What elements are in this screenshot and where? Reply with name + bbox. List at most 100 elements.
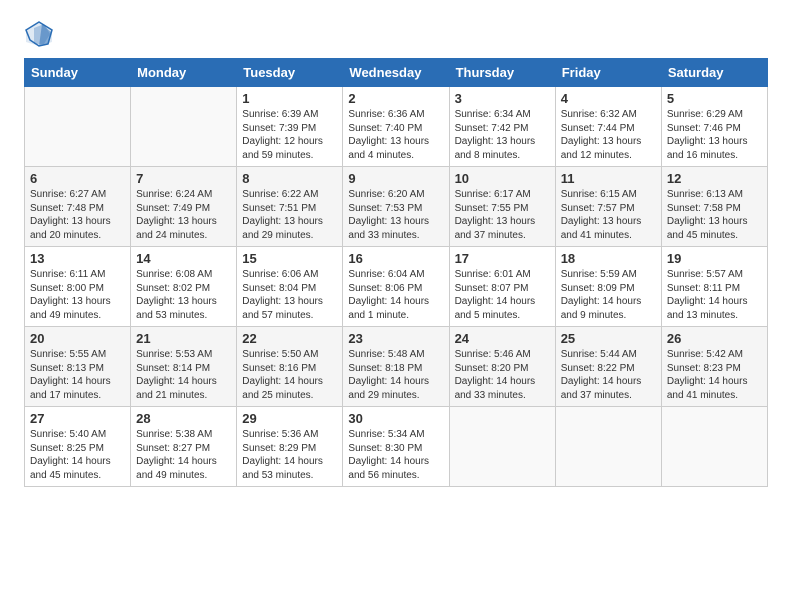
day-info: Sunrise: 6:15 AM Sunset: 7:57 PM Dayligh… xyxy=(561,188,656,242)
day-number: 11 xyxy=(561,171,656,186)
day-info: Sunrise: 5:34 AM Sunset: 8:30 PM Dayligh… xyxy=(348,428,443,482)
col-header-wednesday: Wednesday xyxy=(343,59,449,87)
day-cell xyxy=(555,407,661,487)
col-header-tuesday: Tuesday xyxy=(237,59,343,87)
day-cell: 22 Sunrise: 5:50 AM Sunset: 8:16 PM Dayli… xyxy=(237,327,343,407)
day-info: Sunrise: 5:46 AM Sunset: 8:20 PM Dayligh… xyxy=(455,348,550,402)
day-info: Sunrise: 5:38 AM Sunset: 8:27 PM Dayligh… xyxy=(136,428,231,482)
day-number: 5 xyxy=(667,91,762,106)
day-cell: 7 Sunrise: 6:24 AM Sunset: 7:49 PM Daylig… xyxy=(131,167,237,247)
day-info: Sunrise: 5:59 AM Sunset: 8:09 PM Dayligh… xyxy=(561,268,656,322)
day-number: 1 xyxy=(242,91,337,106)
day-cell: 18 Sunrise: 5:59 AM Sunset: 8:09 PM Dayli… xyxy=(555,247,661,327)
logo-icon xyxy=(24,20,54,48)
day-info: Sunrise: 5:36 AM Sunset: 8:29 PM Dayligh… xyxy=(242,428,337,482)
day-info: Sunrise: 5:48 AM Sunset: 8:18 PM Dayligh… xyxy=(348,348,443,402)
day-info: Sunrise: 6:39 AM Sunset: 7:39 PM Dayligh… xyxy=(242,108,337,162)
day-info: Sunrise: 6:13 AM Sunset: 7:58 PM Dayligh… xyxy=(667,188,762,242)
day-cell: 19 Sunrise: 5:57 AM Sunset: 8:11 PM Dayli… xyxy=(661,247,767,327)
week-row-1: 1 Sunrise: 6:39 AM Sunset: 7:39 PM Daylig… xyxy=(25,87,768,167)
day-cell: 5 Sunrise: 6:29 AM Sunset: 7:46 PM Daylig… xyxy=(661,87,767,167)
day-number: 24 xyxy=(455,331,550,346)
day-number: 12 xyxy=(667,171,762,186)
day-number: 30 xyxy=(348,411,443,426)
day-info: Sunrise: 6:27 AM Sunset: 7:48 PM Dayligh… xyxy=(30,188,125,242)
day-number: 27 xyxy=(30,411,125,426)
day-number: 29 xyxy=(242,411,337,426)
page: SundayMondayTuesdayWednesdayThursdayFrid… xyxy=(0,0,792,507)
week-row-4: 20 Sunrise: 5:55 AM Sunset: 8:13 PM Dayli… xyxy=(25,327,768,407)
day-info: Sunrise: 5:50 AM Sunset: 8:16 PM Dayligh… xyxy=(242,348,337,402)
day-number: 8 xyxy=(242,171,337,186)
day-info: Sunrise: 6:20 AM Sunset: 7:53 PM Dayligh… xyxy=(348,188,443,242)
day-info: Sunrise: 5:44 AM Sunset: 8:22 PM Dayligh… xyxy=(561,348,656,402)
col-header-sunday: Sunday xyxy=(25,59,131,87)
day-number: 16 xyxy=(348,251,443,266)
day-cell: 17Sunrise: 6:01 AM Sunset: 8:07 PM Dayli… xyxy=(449,247,555,327)
day-cell: 12 Sunrise: 6:13 AM Sunset: 7:58 PM Dayli… xyxy=(661,167,767,247)
header-row: SundayMondayTuesdayWednesdayThursdayFrid… xyxy=(25,59,768,87)
day-number: 23 xyxy=(348,331,443,346)
day-cell: 3 Sunrise: 6:34 AM Sunset: 7:42 PM Daylig… xyxy=(449,87,555,167)
day-cell: 4Sunrise: 6:32 AM Sunset: 7:44 PM Daylig… xyxy=(555,87,661,167)
day-number: 9 xyxy=(348,171,443,186)
day-number: 2 xyxy=(348,91,443,106)
day-info: Sunrise: 5:42 AM Sunset: 8:23 PM Dayligh… xyxy=(667,348,762,402)
week-row-2: 6 Sunrise: 6:27 AM Sunset: 7:48 PM Daylig… xyxy=(25,167,768,247)
day-number: 18 xyxy=(561,251,656,266)
day-cell: 16 Sunrise: 6:04 AM Sunset: 8:06 PM Dayli… xyxy=(343,247,449,327)
day-cell: 24 Sunrise: 5:46 AM Sunset: 8:20 PM Dayli… xyxy=(449,327,555,407)
day-number: 15 xyxy=(242,251,337,266)
day-cell: 10 Sunrise: 6:17 AM Sunset: 7:55 PM Dayli… xyxy=(449,167,555,247)
day-cell xyxy=(25,87,131,167)
day-cell: 11 Sunrise: 6:15 AM Sunset: 7:57 PM Dayli… xyxy=(555,167,661,247)
day-cell: 8 Sunrise: 6:22 AM Sunset: 7:51 PM Daylig… xyxy=(237,167,343,247)
header xyxy=(24,20,768,48)
day-cell: 23 Sunrise: 5:48 AM Sunset: 8:18 PM Dayli… xyxy=(343,327,449,407)
day-info: Sunrise: 6:01 AM Sunset: 8:07 PM Dayligh… xyxy=(455,268,550,322)
day-number: 7 xyxy=(136,171,231,186)
day-cell: 26 Sunrise: 5:42 AM Sunset: 8:23 PM Dayli… xyxy=(661,327,767,407)
day-info: Sunrise: 6:17 AM Sunset: 7:55 PM Dayligh… xyxy=(455,188,550,242)
col-header-saturday: Saturday xyxy=(661,59,767,87)
day-info: Sunrise: 6:24 AM Sunset: 7:49 PM Dayligh… xyxy=(136,188,231,242)
day-number: 19 xyxy=(667,251,762,266)
day-cell xyxy=(661,407,767,487)
day-number: 26 xyxy=(667,331,762,346)
day-info: Sunrise: 6:04 AM Sunset: 8:06 PM Dayligh… xyxy=(348,268,443,322)
day-info: Sunrise: 6:34 AM Sunset: 7:42 PM Dayligh… xyxy=(455,108,550,162)
day-info: Sunrise: 6:36 AM Sunset: 7:40 PM Dayligh… xyxy=(348,108,443,162)
day-cell: 14 Sunrise: 6:08 AM Sunset: 8:02 PM Dayli… xyxy=(131,247,237,327)
col-header-friday: Friday xyxy=(555,59,661,87)
logo xyxy=(24,20,58,48)
day-cell: 2 Sunrise: 6:36 AM Sunset: 7:40 PM Daylig… xyxy=(343,87,449,167)
day-cell: 21Sunrise: 5:53 AM Sunset: 8:14 PM Dayli… xyxy=(131,327,237,407)
day-cell xyxy=(131,87,237,167)
day-number: 22 xyxy=(242,331,337,346)
week-row-5: 27 Sunrise: 5:40 AM Sunset: 8:25 PM Dayli… xyxy=(25,407,768,487)
day-info: Sunrise: 5:40 AM Sunset: 8:25 PM Dayligh… xyxy=(30,428,125,482)
day-number: 6 xyxy=(30,171,125,186)
day-info: Sunrise: 6:11 AM Sunset: 8:00 PM Dayligh… xyxy=(30,268,125,322)
day-info: Sunrise: 5:57 AM Sunset: 8:11 PM Dayligh… xyxy=(667,268,762,322)
col-header-monday: Monday xyxy=(131,59,237,87)
day-number: 10 xyxy=(455,171,550,186)
day-cell: 1 Sunrise: 6:39 AM Sunset: 7:39 PM Daylig… xyxy=(237,87,343,167)
day-cell xyxy=(449,407,555,487)
day-number: 14 xyxy=(136,251,231,266)
week-row-3: 13 Sunrise: 6:11 AM Sunset: 8:00 PM Dayli… xyxy=(25,247,768,327)
day-cell: 9 Sunrise: 6:20 AM Sunset: 7:53 PM Daylig… xyxy=(343,167,449,247)
day-info: Sunrise: 5:55 AM Sunset: 8:13 PM Dayligh… xyxy=(30,348,125,402)
day-number: 20 xyxy=(30,331,125,346)
day-number: 13 xyxy=(30,251,125,266)
day-info: Sunrise: 6:29 AM Sunset: 7:46 PM Dayligh… xyxy=(667,108,762,162)
day-info: Sunrise: 6:22 AM Sunset: 7:51 PM Dayligh… xyxy=(242,188,337,242)
col-header-thursday: Thursday xyxy=(449,59,555,87)
day-number: 3 xyxy=(455,91,550,106)
day-number: 28 xyxy=(136,411,231,426)
day-cell: 25Sunrise: 5:44 AM Sunset: 8:22 PM Dayli… xyxy=(555,327,661,407)
day-cell: 27 Sunrise: 5:40 AM Sunset: 8:25 PM Dayli… xyxy=(25,407,131,487)
day-cell: 30 Sunrise: 5:34 AM Sunset: 8:30 PM Dayli… xyxy=(343,407,449,487)
day-cell: 15Sunrise: 6:06 AM Sunset: 8:04 PM Dayli… xyxy=(237,247,343,327)
day-info: Sunrise: 6:08 AM Sunset: 8:02 PM Dayligh… xyxy=(136,268,231,322)
